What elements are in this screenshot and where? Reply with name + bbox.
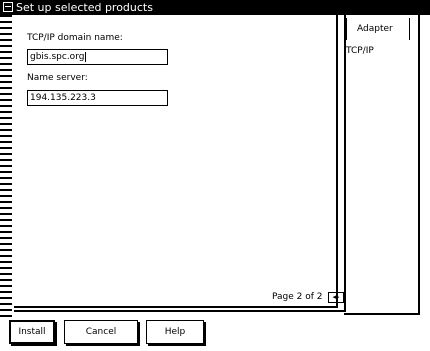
title-bar: Set up selected products (0, 0, 430, 15)
name-server-value: 194.135.223.3 (30, 93, 96, 103)
domain-name-field[interactable]: gbis.spc.org (27, 49, 168, 65)
install-button[interactable]: Install (9, 320, 55, 344)
tab-tcpip-label: TCP/IP (346, 46, 374, 56)
tab-adapter[interactable]: Adapter (346, 18, 410, 40)
tab-adapter-label: Adapter (357, 24, 393, 34)
domain-name-value: gbis.spc.org (30, 52, 85, 62)
help-button[interactable]: Help (146, 320, 204, 344)
tab-tcpip[interactable]: TCP/IP (346, 46, 374, 56)
window-title: Set up selected products (16, 1, 153, 14)
page-indicator: Page 2 of 2 (272, 292, 323, 302)
notebook-binding (0, 15, 14, 318)
system-menu-icon[interactable] (3, 2, 13, 12)
cancel-button[interactable]: Cancel (64, 320, 138, 344)
page-stack-bottom (14, 310, 344, 312)
page-arrows-icon[interactable]: ◂▸ (328, 292, 344, 303)
tab-stack-frame (344, 15, 420, 315)
domain-name-label: TCP/IP domain name: (27, 33, 123, 43)
name-server-field[interactable]: 194.135.223.3 (27, 90, 168, 106)
text-caret (85, 51, 87, 62)
name-server-label: Name server: (27, 73, 88, 83)
